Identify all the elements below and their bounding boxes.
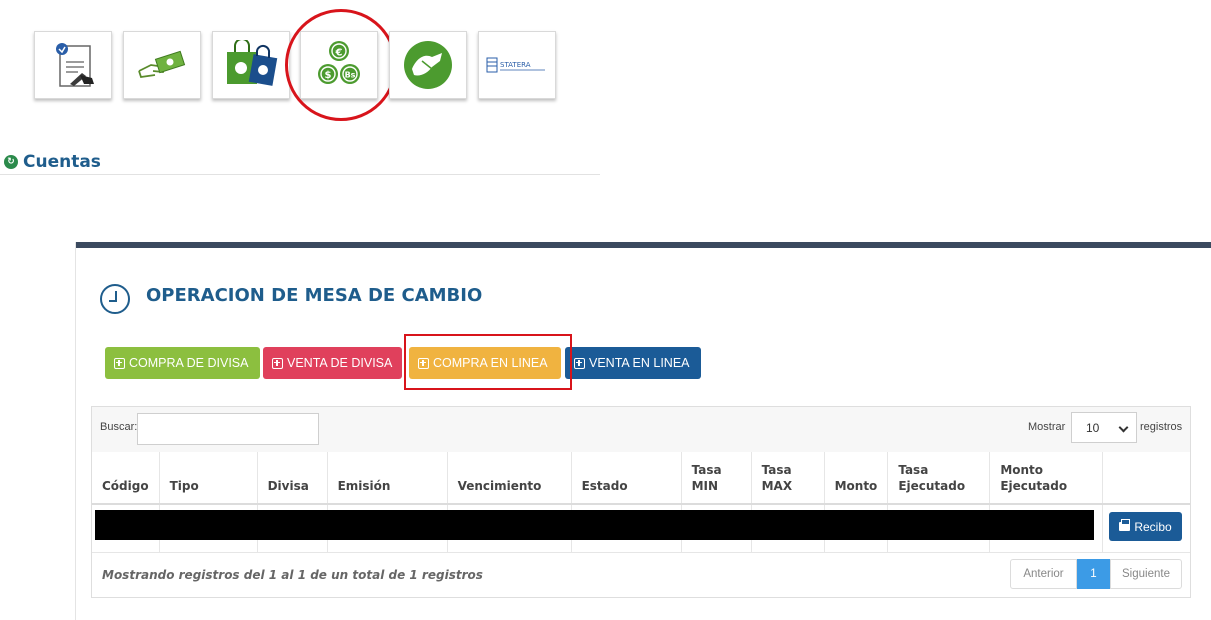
column-header[interactable]: Tipo: [159, 452, 258, 505]
chevron-down-icon: [1118, 422, 1129, 433]
column-header[interactable]: Divisa: [257, 452, 328, 505]
page-size-select[interactable]: 10: [1071, 412, 1137, 443]
column-header[interactable]: Vencimiento: [447, 452, 572, 505]
panel-topbar: [76, 242, 1211, 248]
document-sign-icon[interactable]: [34, 31, 112, 99]
search-input[interactable]: [137, 413, 319, 445]
pagination-prev[interactable]: Anterior: [1010, 559, 1077, 589]
money-hand-icon[interactable]: [123, 31, 201, 99]
page-size-value: 10: [1086, 420, 1100, 435]
table-header-row: Código Tipo Divisa Emisión Vencimiento E…: [92, 452, 1190, 505]
table-info: Mostrando registros del 1 al 1 de un tot…: [102, 568, 483, 582]
venta-en-linea-label: VENTA EN LINEA: [589, 356, 690, 370]
pagination-next[interactable]: Siguiente: [1110, 559, 1182, 589]
venta-divisa-label: VENTA DE DIVISA: [287, 356, 393, 370]
operations-table-container: Buscar: Mostrar 10 registros Código Tipo…: [91, 406, 1191, 598]
column-header[interactable]: Tasa Ejecutado: [887, 452, 991, 505]
search-label: Buscar:: [100, 421, 138, 433]
compra-divisa-button[interactable]: COMPRA DE DIVISA: [105, 347, 260, 379]
column-header: [1102, 452, 1190, 505]
table-toolbar: Buscar: Mostrar 10 registros: [92, 407, 1190, 452]
handshake-icon[interactable]: [389, 31, 467, 99]
recibo-button[interactable]: Recibo: [1109, 512, 1182, 541]
pagination-page-1[interactable]: 1: [1077, 559, 1110, 589]
printer-icon: [1119, 519, 1131, 531]
highlight-circle: [285, 9, 397, 121]
compra-divisa-label: COMPRA DE DIVISA: [129, 356, 249, 370]
divider: [0, 174, 600, 175]
cuentas-header: ↻ Cuentas: [4, 152, 101, 172]
venta-en-linea-button[interactable]: VENTA EN LINEA: [565, 347, 701, 379]
mesa-cambio-panel: OPERACION DE MESA DE CAMBIO COMPRA DE DI…: [75, 242, 1211, 620]
panel-title: OPERACION DE MESA DE CAMBIO: [146, 285, 483, 306]
highlight-rectangle: [404, 334, 572, 390]
column-header[interactable]: Monto: [824, 452, 889, 505]
svg-text:STATERA: STATERA: [500, 61, 531, 69]
show-label: Mostrar: [1028, 421, 1066, 433]
column-header[interactable]: Código: [92, 452, 160, 505]
column-header[interactable]: Tasa MIN: [681, 452, 752, 505]
column-header[interactable]: Estado: [571, 452, 682, 505]
plus-square-icon: [114, 357, 125, 369]
statera-logo[interactable]: STATERA: [478, 31, 556, 99]
clock-icon: [100, 284, 130, 314]
column-header[interactable]: Tasa MAX: [751, 452, 825, 505]
cuentas-title: Cuentas: [23, 152, 101, 172]
refresh-icon: ↻: [4, 155, 18, 169]
redacted-row-data: [95, 510, 1094, 540]
records-label: registros: [1140, 421, 1183, 433]
shopping-bags-icon[interactable]: [212, 31, 290, 99]
plus-square-icon: [574, 357, 585, 369]
column-header[interactable]: Monto Ejecutado: [989, 452, 1104, 505]
venta-divisa-button[interactable]: VENTA DE DIVISA: [263, 347, 402, 379]
column-header[interactable]: Emisión: [327, 452, 448, 505]
recibo-label: Recibo: [1134, 519, 1172, 534]
plus-square-icon: [272, 357, 283, 369]
